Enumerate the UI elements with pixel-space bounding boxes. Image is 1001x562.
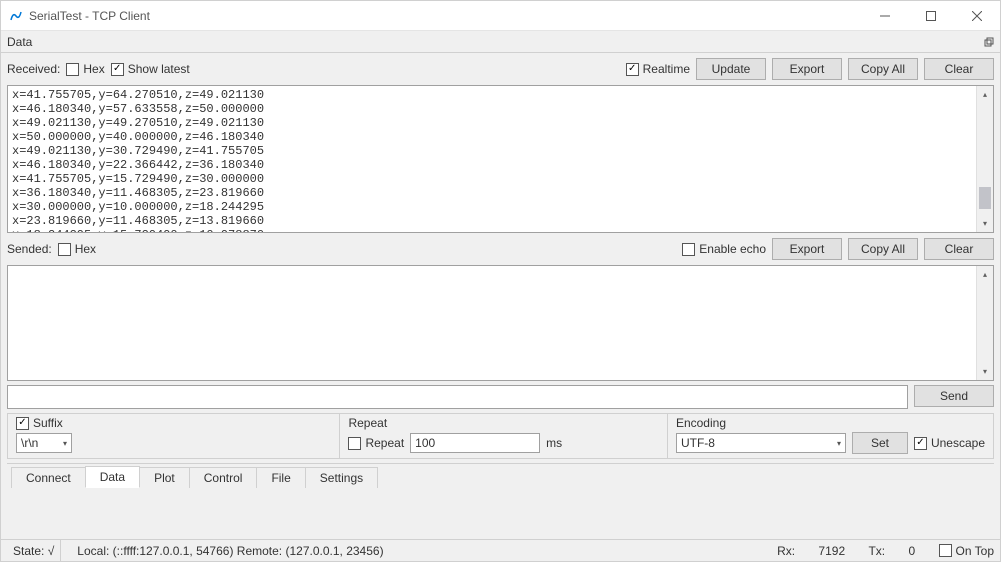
content-area: Received: Hex Show latest Realtime Updat… bbox=[1, 53, 1000, 539]
scroll-down-icon[interactable]: ▾ bbox=[977, 363, 993, 380]
scroll-thumb[interactable] bbox=[979, 187, 991, 209]
sended-scrollbar[interactable]: ▴ ▾ bbox=[976, 266, 993, 380]
ontop-label: On Top bbox=[956, 544, 994, 558]
sended-hex-checkbox[interactable]: Hex bbox=[58, 242, 96, 256]
window-title: SerialTest - TCP Client bbox=[29, 9, 150, 23]
received-hex-label: Hex bbox=[83, 62, 104, 76]
rx-label: Rx: bbox=[777, 544, 795, 558]
panel-header: Data bbox=[1, 31, 1000, 53]
tab-control[interactable]: Control bbox=[189, 467, 258, 488]
unescape-checkbox[interactable]: Unescape bbox=[914, 436, 985, 450]
panel-title: Data bbox=[7, 35, 32, 49]
suffix-checkbox[interactable]: Suffix bbox=[16, 416, 331, 430]
realtime-checkbox[interactable]: Realtime bbox=[626, 62, 690, 76]
chevron-down-icon: ▾ bbox=[63, 439, 67, 448]
unescape-label: Unescape bbox=[931, 436, 985, 450]
options-row: Suffix \r\n ▾ Repeat Repeat 100 ms Encod bbox=[7, 413, 994, 459]
tab-file[interactable]: File bbox=[256, 467, 305, 488]
close-button[interactable] bbox=[954, 1, 1000, 31]
tabbar: ConnectDataPlotControlFileSettings bbox=[7, 463, 994, 487]
suffix-value: \r\n bbox=[21, 436, 38, 450]
local-value: (::ffff:127.0.0.1, 54766) bbox=[113, 544, 234, 558]
state-value: √ bbox=[48, 544, 55, 558]
send-input[interactable] bbox=[7, 385, 908, 409]
tab-connect[interactable]: Connect bbox=[11, 467, 86, 488]
sended-label: Sended: bbox=[7, 242, 52, 256]
tx-value: 0 bbox=[908, 544, 915, 558]
received-textarea[interactable]: x=41.755705,y=64.270510,z=49.021130 x=46… bbox=[7, 85, 994, 233]
rx-value: 7192 bbox=[818, 544, 845, 558]
send-row: Send bbox=[7, 385, 994, 409]
received-scrollbar[interactable]: ▴ ▾ bbox=[976, 86, 993, 232]
status-state: State: √ bbox=[7, 540, 61, 561]
repeat-group: Repeat Repeat 100 ms bbox=[339, 413, 667, 459]
titlebar: SerialTest - TCP Client bbox=[1, 1, 1000, 31]
float-panel-icon[interactable] bbox=[982, 35, 996, 49]
remote-value: (127.0.0.1, 23456) bbox=[285, 544, 383, 558]
suffix-group: Suffix \r\n ▾ bbox=[7, 413, 339, 459]
tab-plot[interactable]: Plot bbox=[139, 467, 190, 488]
encoding-set-button[interactable]: Set bbox=[852, 432, 908, 454]
received-content: x=41.755705,y=64.270510,z=49.021130 x=46… bbox=[8, 86, 993, 232]
sended-copyall-button[interactable]: Copy All bbox=[848, 238, 918, 260]
tx-label: Tx: bbox=[868, 544, 885, 558]
tab-settings[interactable]: Settings bbox=[305, 467, 378, 488]
sended-toolbar: Sended: Hex Enable echo Export Copy All … bbox=[7, 237, 994, 261]
sended-textarea[interactable]: ▴ ▾ bbox=[7, 265, 994, 381]
repeat-label: Repeat bbox=[365, 436, 404, 450]
repeat-group-label: Repeat bbox=[348, 416, 659, 430]
scroll-up-icon[interactable]: ▴ bbox=[977, 266, 993, 283]
sended-export-button[interactable]: Export bbox=[772, 238, 842, 260]
received-copyall-button[interactable]: Copy All bbox=[848, 58, 918, 80]
enable-echo-checkbox[interactable]: Enable echo bbox=[682, 242, 766, 256]
scroll-down-icon[interactable]: ▾ bbox=[977, 215, 993, 232]
encoding-group: Encoding UTF-8 ▾ Set Unescape bbox=[667, 413, 994, 459]
realtime-label: Realtime bbox=[643, 62, 690, 76]
sended-clear-button[interactable]: Clear bbox=[924, 238, 994, 260]
encoding-value: UTF-8 bbox=[681, 436, 715, 450]
app-icon bbox=[9, 9, 23, 23]
status-endpoints: Local: (::ffff:127.0.0.1, 54766) Remote:… bbox=[71, 540, 389, 561]
received-toolbar: Received: Hex Show latest Realtime Updat… bbox=[7, 57, 994, 81]
repeat-unit: ms bbox=[546, 436, 562, 450]
scroll-up-icon[interactable]: ▴ bbox=[977, 86, 993, 103]
tab-data[interactable]: Data bbox=[85, 466, 140, 488]
minimize-button[interactable] bbox=[862, 1, 908, 31]
repeat-interval-input[interactable]: 100 bbox=[410, 433, 540, 453]
encoding-label: Encoding bbox=[676, 416, 985, 430]
sended-hex-label: Hex bbox=[75, 242, 96, 256]
show-latest-checkbox[interactable]: Show latest bbox=[111, 62, 190, 76]
ontop-checkbox[interactable]: On Top bbox=[939, 544, 994, 558]
suffix-label: Suffix bbox=[33, 416, 63, 430]
received-export-button[interactable]: Export bbox=[772, 58, 842, 80]
received-clear-button[interactable]: Clear bbox=[924, 58, 994, 80]
statusbar: State: √ Local: (::ffff:127.0.0.1, 54766… bbox=[1, 539, 1000, 561]
repeat-checkbox[interactable]: Repeat bbox=[348, 436, 404, 450]
show-latest-label: Show latest bbox=[128, 62, 190, 76]
send-button[interactable]: Send bbox=[914, 385, 994, 407]
chevron-down-icon: ▾ bbox=[837, 439, 841, 448]
maximize-button[interactable] bbox=[908, 1, 954, 31]
suffix-combo[interactable]: \r\n ▾ bbox=[16, 433, 72, 453]
encoding-combo[interactable]: UTF-8 ▾ bbox=[676, 433, 846, 453]
sended-content bbox=[8, 266, 993, 380]
update-button[interactable]: Update bbox=[696, 58, 766, 80]
received-label: Received: bbox=[7, 62, 60, 76]
enable-echo-label: Enable echo bbox=[699, 242, 766, 256]
received-hex-checkbox[interactable]: Hex bbox=[66, 62, 104, 76]
